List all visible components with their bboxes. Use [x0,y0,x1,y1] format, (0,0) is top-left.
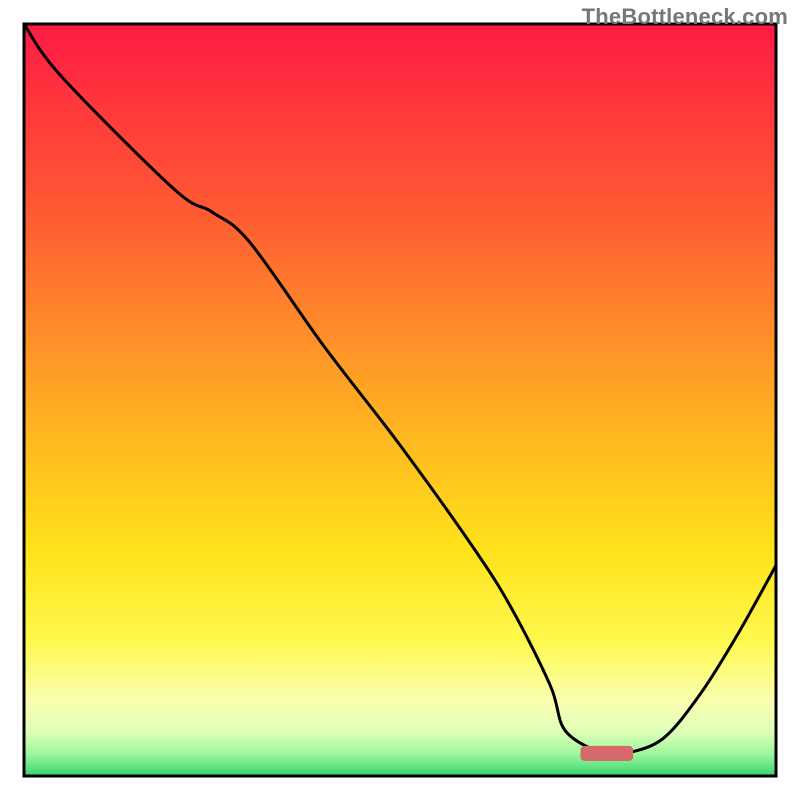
chart-svg [0,0,800,800]
plot-background [24,24,776,776]
optimal-range-marker [580,746,633,761]
watermark-text: TheBottleneck.com [582,4,788,30]
bottleneck-chart: TheBottleneck.com [0,0,800,800]
